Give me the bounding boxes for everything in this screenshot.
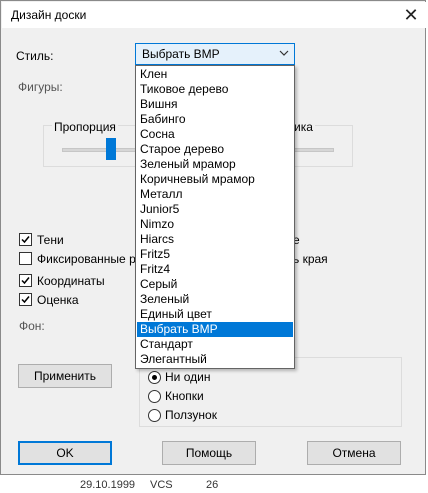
radio-slider[interactable] (148, 409, 161, 422)
check-icon (21, 236, 30, 244)
help-button[interactable]: Помощь (162, 441, 256, 465)
radio-none[interactable] (148, 371, 161, 384)
fixed-label: Фиксированные р (37, 252, 136, 266)
style-option[interactable]: Сосна (137, 127, 293, 142)
board-design-dialog: Дизайн доски ✕ Стиль: Выбрать BMP Фигуры… (0, 0, 426, 475)
style-option[interactable]: Fritz5 (137, 247, 293, 262)
window-title: Дизайн доски (11, 8, 87, 22)
style-option[interactable]: Вишня (137, 97, 293, 112)
proportion-slider-thumb[interactable] (106, 138, 116, 160)
style-option[interactable]: Металл (137, 187, 293, 202)
style-option[interactable]: Hiarcs (137, 232, 293, 247)
cancel-button[interactable]: Отмена (307, 441, 401, 465)
figures-label: Фигуры: (18, 80, 63, 94)
chevron-down-icon (279, 50, 289, 56)
check-icon (21, 277, 30, 285)
slider-right-label: ика (292, 120, 315, 134)
radio-buttons-label: Кнопки (165, 389, 204, 403)
check-icon (21, 296, 30, 304)
background-label: Фон: (19, 319, 45, 333)
style-combobox[interactable]: Выбрать BMP (135, 43, 295, 65)
shadows-checkbox[interactable] (19, 233, 32, 246)
proportion-label: Пропорция (52, 120, 118, 134)
background-window-strip: 29.10.1999 VCS 26 (0, 475, 428, 493)
style-label: Стиль: (16, 49, 54, 63)
right-option-2-partial: ь края (293, 252, 328, 266)
apply-button[interactable]: Применить (18, 364, 112, 388)
title-bar[interactable]: Дизайн доски ✕ (2, 2, 426, 28)
radio-selected-dot (152, 375, 157, 380)
radio-none-label: Ни один (165, 370, 211, 384)
evaluation-checkbox[interactable] (19, 293, 32, 306)
style-option[interactable]: Зеленый (137, 292, 293, 307)
fixed-checkbox[interactable] (19, 252, 32, 265)
style-option[interactable]: Тиковое дерево (137, 82, 293, 97)
coordinates-label: Координаты (37, 274, 105, 288)
radio-slider-label: Ползунок (165, 408, 217, 422)
shadows-label: Тени (37, 233, 64, 247)
style-option[interactable]: Nimzo (137, 217, 293, 232)
behind-num: 26 (206, 479, 219, 491)
style-dropdown-list[interactable]: Клен Тиковое дерево Вишня Бабинго Сосна Старо… (135, 65, 295, 369)
style-option[interactable]: Выбрать BMP (137, 322, 293, 337)
coordinates-checkbox[interactable] (19, 274, 32, 287)
style-combobox-value: Выбрать BMP (142, 47, 220, 61)
radio-buttons[interactable] (148, 390, 161, 403)
style-option[interactable]: Стандарт (137, 337, 293, 352)
behind-code: VCS (150, 479, 173, 491)
style-option[interactable]: Старое дерево (137, 142, 293, 157)
style-option[interactable]: Fritz4 (137, 262, 293, 277)
style-option[interactable]: Элегантный (137, 352, 293, 367)
style-option[interactable]: Зеленый мрамор (137, 157, 293, 172)
style-option[interactable]: Бабинго (137, 112, 293, 127)
close-icon[interactable]: ✕ (400, 4, 422, 26)
style-option[interactable]: Коричневый мрамор (137, 172, 293, 187)
evaluation-label: Оценка (37, 293, 79, 307)
style-option[interactable]: Единый цвет (137, 307, 293, 322)
style-option[interactable]: Серый (137, 277, 293, 292)
style-option[interactable]: Клен (137, 67, 293, 82)
style-option[interactable]: Junior5 (137, 202, 293, 217)
ok-button[interactable]: OK (18, 441, 112, 465)
behind-date: 29.10.1999 (80, 479, 136, 491)
